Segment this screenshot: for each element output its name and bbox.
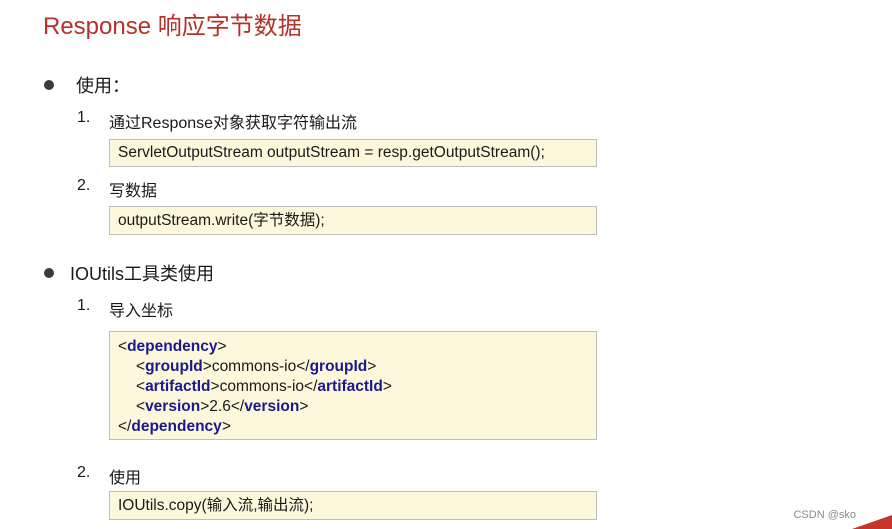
step-label: 通过Response对象获取字符输出流 — [109, 115, 358, 132]
xml-line-version: <version>2.6</version> — [136, 398, 309, 415]
xml-tag: artifactId — [145, 378, 211, 395]
code-line: outputStream.write(字节数据); — [118, 212, 325, 229]
code-block: outputStream.write(字节数据); — [109, 206, 597, 235]
watermark-text: CSDN @sko — [793, 509, 856, 521]
section-bullet-usage: 使用： — [44, 72, 130, 98]
bullet-dot-icon — [44, 268, 54, 278]
xml-tag: groupId — [309, 358, 368, 375]
step-item: 2. 使用 — [77, 464, 477, 487]
xml-code-block: <dependency> <groupId>commons-io</groupI… — [109, 331, 597, 440]
xml-tag: dependency — [127, 338, 218, 355]
xml-value: commons-io — [219, 378, 305, 395]
code-block: IOUtils.copy(输入流,输出流); — [109, 491, 597, 520]
step-number: 2. — [77, 464, 91, 481]
corner-decoration — [852, 515, 892, 529]
step-number: 1. — [77, 297, 91, 314]
code-line: IOUtils.copy(输入流,输出流); — [118, 497, 314, 514]
step-number: 2. — [77, 177, 91, 194]
xml-tag: version — [244, 398, 300, 415]
xml-value: commons-io — [211, 358, 297, 375]
xml-line-groupid: <groupId>commons-io</groupId> — [136, 358, 377, 375]
section-heading: IOUtils工具类使用 — [70, 264, 214, 284]
page-title: Response 响应字节数据 — [43, 13, 302, 40]
xml-value: 2.6 — [209, 398, 231, 415]
xml-tag: artifactId — [317, 378, 383, 395]
bullet-dot-icon — [44, 80, 54, 90]
step-label: 写数据 — [109, 183, 158, 200]
xml-line-dependency-open: <dependency> — [118, 338, 227, 355]
step-number: 1. — [77, 109, 91, 126]
xml-line-artifactid: <artifactId>commons-io</artifactId> — [136, 378, 392, 395]
xml-tag: dependency — [131, 418, 222, 435]
step-item: 1. 导入坐标 — [77, 297, 477, 320]
section-heading: 使用： — [76, 76, 130, 96]
xml-tag: groupId — [145, 358, 203, 375]
xml-tag: version — [145, 398, 201, 415]
code-line: ServletOutputStream outputStream = resp.… — [118, 144, 545, 161]
step-label: 使用 — [109, 470, 142, 487]
step-item: 2. 写数据 — [77, 177, 477, 200]
xml-line-dependency-close: </dependency> — [118, 418, 231, 435]
code-block: ServletOutputStream outputStream = resp.… — [109, 139, 597, 167]
step-label: 导入坐标 — [109, 303, 174, 320]
section-bullet-ioutils: IOUtils工具类使用 — [44, 260, 214, 286]
step-item: 1. 通过Response对象获取字符输出流 — [77, 109, 477, 132]
